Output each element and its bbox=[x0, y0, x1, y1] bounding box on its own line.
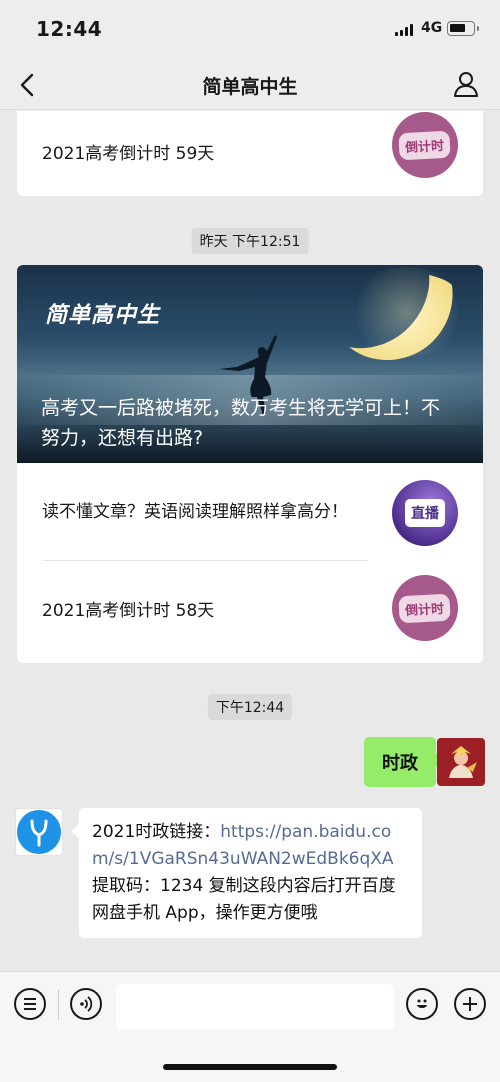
incoming-message[interactable]: 2021时政链接：https://pan.baidu.com/s/1VGaRSn… bbox=[71, 808, 422, 938]
chat-title: 简单高中生 bbox=[202, 76, 298, 98]
moon-image bbox=[349, 275, 453, 360]
battery-icon bbox=[447, 21, 479, 36]
plus-icon[interactable] bbox=[454, 988, 486, 1020]
timestamp: 昨天 下午12:51 bbox=[191, 228, 309, 254]
hero-title: 高考又一后路被堵死，数万考生将无学可上！不努力，还想有出路? bbox=[41, 397, 441, 449]
article-item[interactable]: 2021高考倒计时 58天 倒计时 bbox=[17, 561, 483, 661]
message-text: 提取码：1234 复制这段内容后打开百度网盘手机 App，操作更方便哦 bbox=[92, 876, 396, 923]
logo-icon bbox=[17, 810, 61, 854]
status-time: 12:44 bbox=[36, 17, 103, 41]
timestamp: 下午12:44 bbox=[207, 694, 293, 720]
article-item[interactable]: 2021高考倒计时 59天 倒计时 bbox=[17, 111, 483, 196]
article-hero[interactable]: 简单高中生 高考又一后路被堵死，数万考生将无学可上！不努力，还想有出路? bbox=[17, 265, 483, 463]
article-card-previous[interactable]: 2021高考倒计时 59天 倒计时 bbox=[17, 111, 483, 196]
article-card[interactable]: 简单高中生 高考又一后路被堵死，数万考生将无学可上！不努力，还想有出路? 读不懂… bbox=[17, 265, 483, 663]
live-thumbnail: 直播 bbox=[392, 480, 458, 546]
thumbnail-label: 直播 bbox=[405, 499, 445, 527]
signal-icon bbox=[395, 24, 415, 36]
thumbnail-label: 倒计时 bbox=[398, 593, 452, 623]
article-item[interactable]: 读不懂文章？英语阅读理解照样拿高分！ 直播 bbox=[17, 463, 483, 561]
thumbnail-label: 倒计时 bbox=[398, 130, 452, 160]
countdown-thumbnail: 倒计时 bbox=[392, 112, 458, 178]
user-avatar[interactable] bbox=[437, 738, 485, 786]
article-item-title: 2021高考倒计时 59天 bbox=[42, 143, 215, 164]
avatar-image bbox=[449, 746, 477, 778]
article-item-title: 读不懂文章？英语阅读理解照样拿高分！ bbox=[42, 502, 348, 522]
outgoing-message[interactable]: 时政 bbox=[364, 737, 444, 787]
article-item-title: 2021高考倒计时 58天 bbox=[42, 601, 215, 621]
countdown-thumbnail: 倒计时 bbox=[392, 575, 458, 641]
hero-brand: 简单高中生 bbox=[45, 303, 161, 328]
status-bar: 12:44 4G bbox=[0, 0, 500, 60]
network-label: 4G bbox=[421, 20, 443, 36]
message-input[interactable] bbox=[116, 984, 394, 1030]
menu-list-icon[interactable] bbox=[14, 988, 46, 1020]
nav-bar: 简单高中生 bbox=[0, 60, 500, 110]
message-text: 2021时政链接： bbox=[92, 822, 221, 842]
chat-area[interactable]: 2021高考倒计时 59天 倒计时 昨天 下午12:51 简单高中生 高考又一后… bbox=[0, 111, 500, 971]
voice-icon[interactable] bbox=[70, 988, 102, 1020]
official-account-avatar[interactable] bbox=[15, 808, 63, 856]
emoji-icon[interactable] bbox=[406, 988, 438, 1020]
home-indicator bbox=[163, 1064, 337, 1070]
person-icon[interactable] bbox=[452, 70, 480, 98]
divider bbox=[58, 990, 59, 1020]
